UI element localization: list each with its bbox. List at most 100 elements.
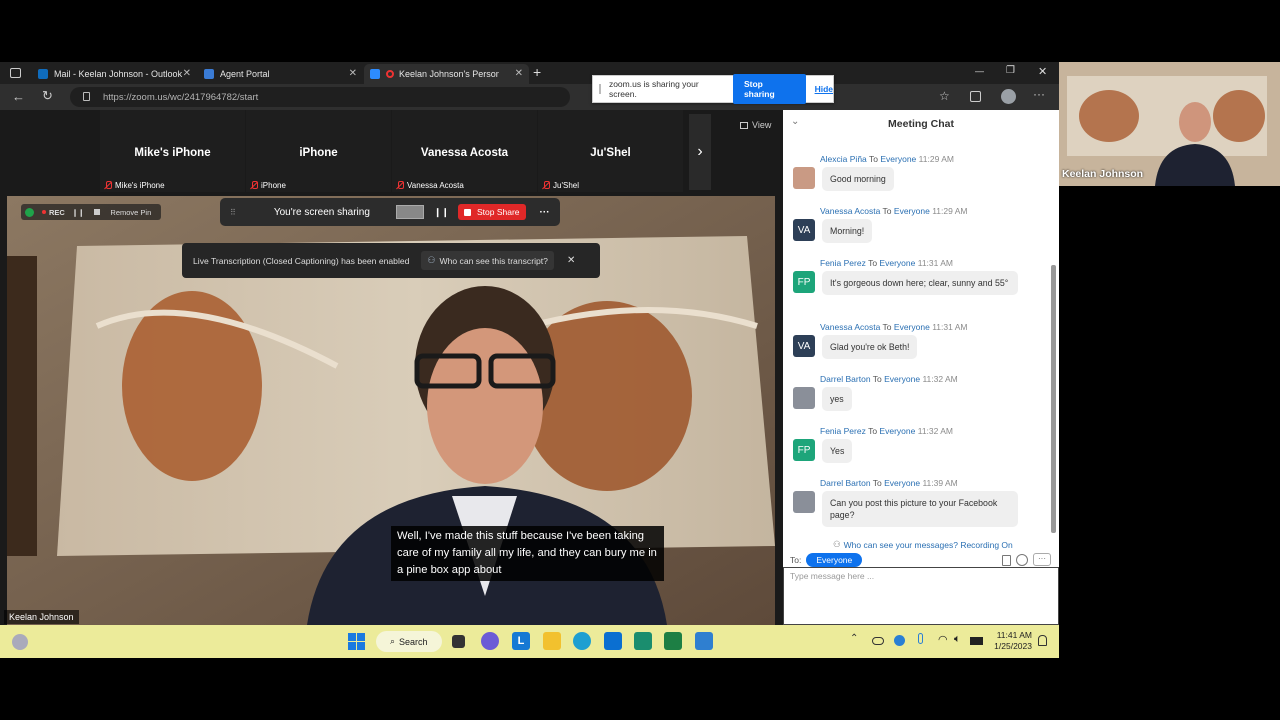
- sender-name: Vanessa Acosta: [820, 322, 881, 332]
- tab-zoom[interactable]: Keelan Johnson's Personal M ✕: [364, 64, 529, 84]
- task-view-icon[interactable]: [452, 635, 465, 648]
- share-thumbnail[interactable]: [395, 205, 424, 219]
- zoom-app-icon[interactable]: [604, 632, 622, 650]
- speaker-name-label: Keelan Johnson: [4, 610, 79, 624]
- participant-label: iPhone: [250, 181, 286, 190]
- share-notification: zoom.us is sharing your screen. Stop sha…: [592, 74, 834, 104]
- search-label: Search: [399, 636, 428, 647]
- recording-dot-icon: [386, 70, 394, 78]
- address-bar-row: ← ↻ https://zoom.us/wc/2417964782/start …: [0, 84, 1059, 110]
- wifi-icon[interactable]: ◠: [938, 633, 948, 646]
- sender-name: Vanessa Acosta: [820, 206, 881, 216]
- message-time: 11:32 AM: [917, 426, 954, 436]
- who-can-see-messages[interactable]: ⚇ Who can see your messages? Recording O…: [833, 539, 1013, 550]
- more-icon[interactable]: ···: [1033, 553, 1051, 566]
- message-bubble: Glad you're ok Beth!: [822, 335, 918, 359]
- message-time: 11:31 AM: [932, 322, 968, 332]
- emoji-icon[interactable]: [1016, 554, 1028, 566]
- view-label: View: [752, 120, 772, 130]
- recipient-select[interactable]: Everyone: [806, 553, 863, 567]
- stop-share-button[interactable]: Stop Share: [458, 204, 526, 220]
- chat-message: Darrel Barton To Everyone 11:32 AM yes: [793, 374, 1043, 419]
- zoom-meeting-area: Mike's iPhone Mike's iPhone iPhone iPhon…: [0, 110, 783, 625]
- search-button[interactable]: ⌕ Search: [376, 631, 442, 652]
- onedrive-icon[interactable]: [872, 637, 884, 645]
- people-icon: ⚇: [833, 539, 841, 549]
- recipient-name: Everyone: [893, 206, 930, 216]
- teams-chat-icon[interactable]: [481, 632, 499, 650]
- pause-icon[interactable]: ❙❙: [72, 208, 85, 217]
- file-explorer-icon[interactable]: [543, 632, 561, 650]
- edge-icon[interactable]: [573, 632, 591, 650]
- message-input[interactable]: Type message here ...: [783, 567, 1059, 625]
- shield-icon: [25, 207, 34, 217]
- avatar: VA: [793, 335, 815, 357]
- sender-name: Fenia Perez: [820, 426, 866, 436]
- pause-share-icon[interactable]: ❙❙: [434, 207, 449, 218]
- tab-agent-portal[interactable]: Agent Portal ✕: [198, 64, 363, 84]
- app-icon[interactable]: [695, 632, 713, 650]
- profile-avatar[interactable]: [1001, 89, 1016, 104]
- screen-sharing-toolbar: ⠿ You're screen sharing ❙❙ Stop Share ··…: [220, 198, 560, 226]
- chat-title: Meeting Chat: [888, 118, 954, 130]
- notifications-icon[interactable]: [1038, 635, 1047, 646]
- recording-status: REC ❙❙ Remove Pin: [21, 204, 161, 220]
- stop-sharing-button[interactable]: Stop sharing: [732, 74, 806, 104]
- address-field[interactable]: https://zoom.us/wc/2417964782/start: [70, 87, 570, 107]
- excel-icon[interactable]: [664, 632, 682, 650]
- widgets-icon[interactable]: [12, 634, 28, 650]
- grid-icon: [740, 121, 748, 129]
- participant-label: Ju'Shel: [542, 181, 579, 190]
- to-label: To:: [790, 555, 802, 565]
- maximize-button[interactable]: ❐: [1006, 65, 1015, 76]
- minimize-button[interactable]: —: [975, 66, 984, 76]
- remove-pin-button[interactable]: Remove Pin: [110, 208, 151, 217]
- store-icon[interactable]: [634, 632, 652, 650]
- participant-sub: Ju'Shel: [553, 181, 579, 190]
- chat-message: Alexcia Piña To Everyone 11:29 AM Good m…: [793, 154, 1043, 199]
- show-hidden-icons[interactable]: ⌃: [850, 633, 858, 644]
- hide-link[interactable]: Hide: [815, 84, 833, 94]
- drag-handle-icon[interactable]: ⠿: [230, 208, 236, 217]
- close-icon[interactable]: ✕: [183, 68, 191, 79]
- participant-tile[interactable]: Vanessa Acosta Vanessa Acosta: [392, 110, 537, 192]
- chat-scrollbar[interactable]: [1051, 265, 1056, 533]
- microphone-icon[interactable]: [918, 633, 923, 644]
- collections-icon[interactable]: [970, 91, 981, 102]
- recipient-name: Everyone: [884, 374, 921, 384]
- app-l-icon[interactable]: L: [512, 632, 530, 650]
- file-icon[interactable]: [1002, 555, 1011, 566]
- taskbar: ⌕ Search L ⌃ ◠ 🔈︎ 11:41 AM 1/25/2023: [0, 625, 1059, 658]
- favorites-icon[interactable]: ☆: [939, 89, 950, 103]
- tab-outlook[interactable]: Mail - Keelan Johnson - Outlook ✕: [32, 64, 197, 84]
- message-time: 11:39 AM: [922, 478, 958, 488]
- participant-name: iPhone: [299, 147, 338, 159]
- start-button[interactable]: [348, 633, 365, 650]
- clock[interactable]: 11:41 AM 1/25/2023: [990, 630, 1032, 652]
- participant-tile[interactable]: Ju'Shel Ju'Shel: [538, 110, 683, 192]
- battery-icon[interactable]: [970, 637, 983, 645]
- who-can-see-transcript-button[interactable]: ⚇ Who can see this transcript?: [421, 251, 554, 270]
- volume-icon[interactable]: 🔈︎: [954, 633, 961, 646]
- avatar: FP: [793, 271, 815, 293]
- recipient-name: Everyone: [879, 426, 916, 436]
- view-button[interactable]: View: [740, 120, 771, 130]
- participant-tile[interactable]: iPhone iPhone: [246, 110, 391, 192]
- participant-tile[interactable]: Mike's iPhone Mike's iPhone: [100, 110, 245, 192]
- back-icon[interactable]: ←: [12, 89, 25, 104]
- chat-message: Fenia Perez To Everyone 11:31 AM FP It's…: [793, 258, 1043, 316]
- refresh-icon[interactable]: ↻: [42, 88, 53, 104]
- close-icon[interactable]: ✕: [349, 68, 357, 79]
- stop-icon[interactable]: [94, 209, 101, 215]
- tab-actions-icon[interactable]: [10, 68, 21, 78]
- close-window-button[interactable]: ✕: [1038, 65, 1047, 78]
- menu-icon[interactable]: ···: [1033, 87, 1045, 101]
- next-page-button[interactable]: ›: [689, 114, 711, 190]
- close-icon[interactable]: ✕: [515, 68, 523, 79]
- new-tab-button[interactable]: +: [533, 64, 541, 80]
- more-options-icon[interactable]: ···: [540, 207, 550, 218]
- meet-now-icon[interactable]: [894, 635, 905, 646]
- close-icon[interactable]: ✕: [567, 255, 575, 266]
- recipient-name: Everyone: [884, 478, 921, 488]
- message-bubble: Morning!: [822, 219, 873, 243]
